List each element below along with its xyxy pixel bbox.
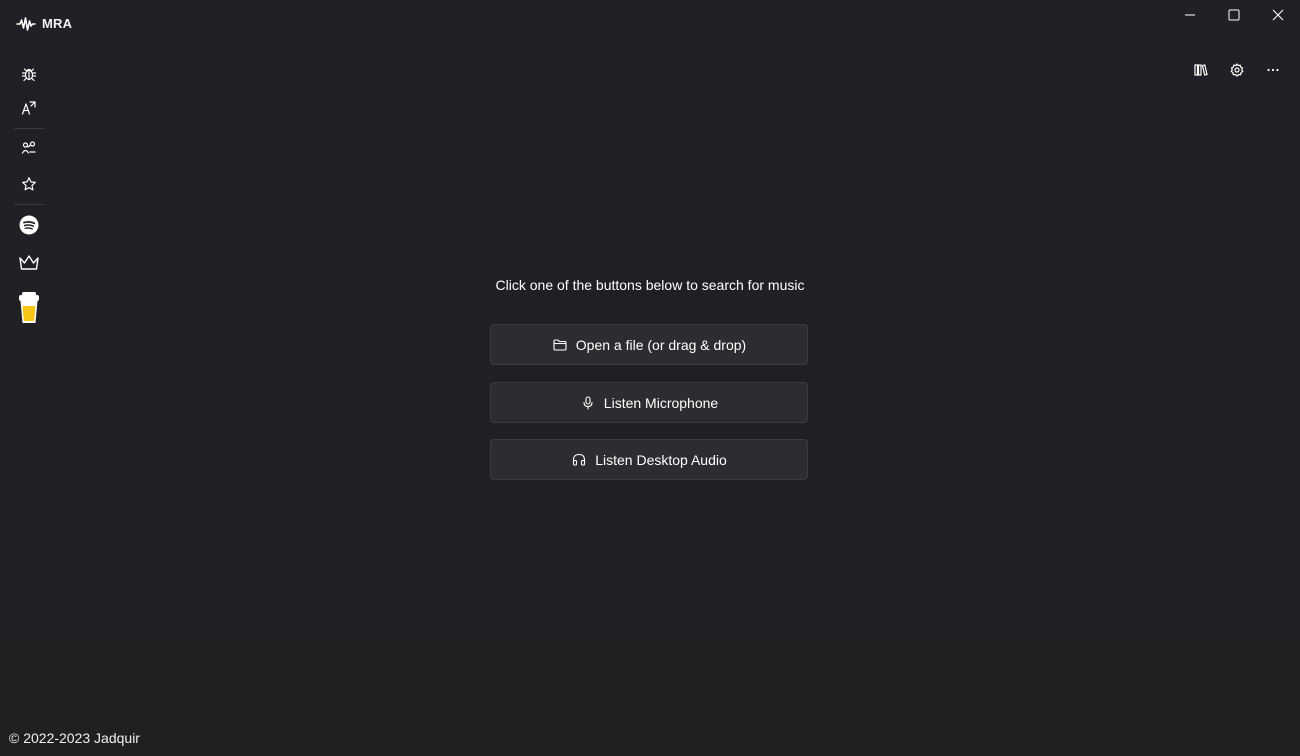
translate-icon: [21, 101, 36, 115]
app-title: MRA: [42, 16, 73, 31]
open-file-button[interactable]: Open a file (or drag & drop): [490, 324, 808, 365]
waveform-icon: [16, 17, 36, 31]
library-icon: [1194, 64, 1208, 76]
sidebar-item-favorites[interactable]: [12, 167, 46, 201]
library-button[interactable]: [1187, 56, 1215, 84]
copyright-text: © 2022-2023 Jadquir: [9, 730, 140, 746]
gear-icon: [1230, 63, 1244, 77]
sidebar-item-buy-coffee[interactable]: [12, 288, 46, 328]
sidebar-item-connections[interactable]: [12, 131, 46, 165]
spotify-icon: [19, 215, 39, 235]
microphone-icon: [580, 395, 596, 411]
sidebar-item-translate[interactable]: [12, 91, 46, 125]
search-prompt: Click one of the buttons below to search…: [495, 277, 805, 293]
bug-icon: [21, 68, 37, 82]
listen-microphone-label: Listen Microphone: [603, 394, 719, 411]
maximize-icon: [1228, 9, 1240, 21]
crown-icon: [19, 255, 39, 270]
open-file-label: Open a file (or drag & drop): [575, 336, 747, 353]
listen-microphone-button[interactable]: Listen Microphone: [490, 382, 808, 423]
minimize-button[interactable]: [1168, 0, 1212, 30]
more-icon: [1267, 68, 1279, 72]
sidebar-item-spotify[interactable]: [12, 208, 46, 242]
title-bar: MRA: [0, 0, 1300, 48]
close-button[interactable]: [1256, 0, 1300, 30]
star-icon: [22, 177, 36, 191]
settings-button[interactable]: [1223, 56, 1251, 84]
folder-icon: [552, 337, 568, 353]
connections-icon: [21, 141, 36, 154]
sidebar-divider: [14, 128, 44, 129]
listen-desktop-audio-label: Listen Desktop Audio: [595, 451, 727, 468]
coffee-cup-icon: [19, 292, 39, 323]
app-window: MRA Click one of the buttons below to se…: [0, 0, 1300, 756]
sidebar-item-debug[interactable]: [12, 57, 46, 91]
minimize-icon: [1185, 14, 1195, 16]
sidebar-divider: [14, 204, 44, 205]
maximize-button[interactable]: [1212, 0, 1256, 30]
sidebar-item-premium[interactable]: [12, 246, 46, 280]
headphones-icon: [571, 452, 587, 468]
listen-desktop-audio-button[interactable]: Listen Desktop Audio: [490, 439, 808, 480]
close-icon: [1272, 9, 1284, 21]
sidebar: [0, 56, 58, 336]
more-options-button[interactable]: [1259, 56, 1287, 84]
